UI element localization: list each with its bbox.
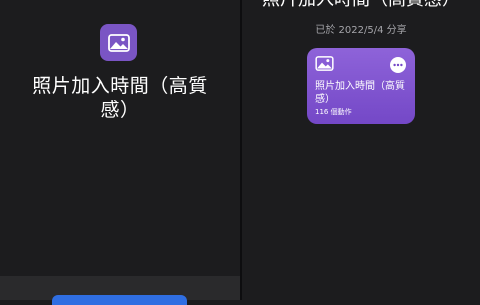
shortcut-title: 照片加入時間（高質感） <box>32 75 208 121</box>
card-action-count: 116 個動作 <box>315 108 352 116</box>
photo-icon <box>315 56 334 71</box>
add-shortcut-button[interactable] <box>52 295 187 305</box>
shared-date-label: 已於 2022/5/4 分享 <box>315 25 407 36</box>
shortcut-shared-pane: 照片加入時間（高質感） 已於 2022/5/4 分享 照片加入時間（高質感） 1… <box>242 0 480 300</box>
shared-title: 照片加入時間（高質感） <box>242 0 480 11</box>
ellipsis-icon <box>393 63 403 67</box>
shortcut-detail-pane: 照片加入時間（高質感） <box>0 0 240 305</box>
photo-icon <box>107 33 130 52</box>
more-options-button[interactable] <box>390 57 406 73</box>
shortcut-card[interactable]: 照片加入時間（高質感） 116 個動作 <box>307 48 415 124</box>
shortcut-icon <box>100 24 137 61</box>
card-title: 照片加入時間（高質感） <box>315 81 405 105</box>
